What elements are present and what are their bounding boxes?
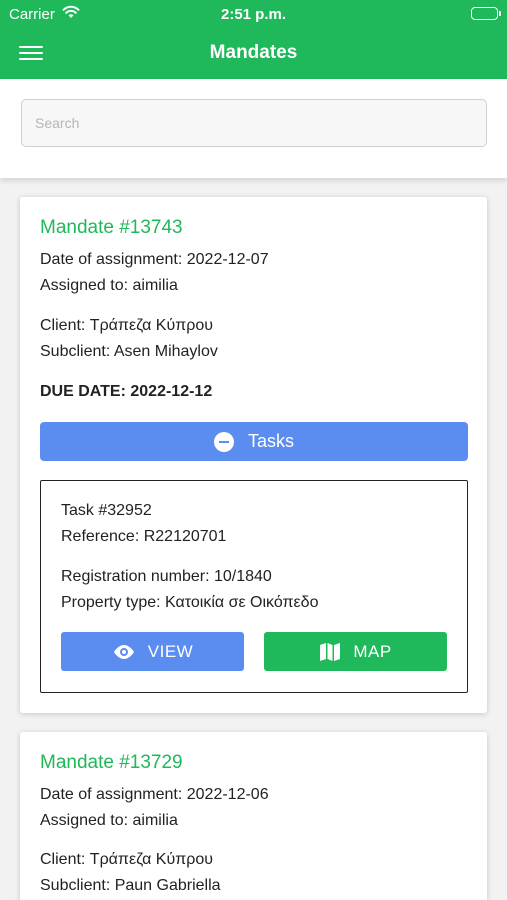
view-button[interactable]: VIEW: [61, 632, 244, 671]
map-icon: [320, 642, 341, 661]
tasks-button-label: Tasks: [247, 431, 294, 451]
map-button[interactable]: MAP: [264, 632, 447, 671]
view-button-label: VIEW: [147, 641, 194, 661]
clock: 2:51 p.m.: [220, 6, 287, 23]
task-reference: Reference: R22120701: [61, 528, 227, 545]
tasks-toggle-button[interactable]: Tasks: [40, 422, 468, 461]
client: Client: Τράπεζα Κύπρου: [40, 317, 213, 334]
minus-circle-icon: [213, 431, 234, 452]
mandate-card: Mandate #13729 Date of assignment: 2022-…: [20, 732, 487, 900]
map-button-label: MAP: [353, 641, 392, 661]
mandate-card: Mandate #13743 Date of assignment: 2022-…: [20, 197, 487, 713]
property-type: Property type: Κατοικία σε Οικόπεδο: [61, 594, 319, 611]
mandate-title[interactable]: Mandate #13743: [40, 217, 183, 239]
mandate-title[interactable]: Mandate #13729: [40, 752, 183, 774]
registration-number: Registration number: 10/1840: [61, 568, 272, 585]
status-bar: Carrier 2:51 p.m.: [0, 0, 507, 30]
assigned-to: Assigned to: aimilia: [40, 277, 178, 294]
due-date: DUE DATE: 2022-12-12: [40, 383, 213, 400]
date-of-assignment: Date of assignment: 2022-12-07: [40, 251, 269, 268]
assigned-to: Assigned to: aimilia: [40, 812, 178, 829]
subclient: Subclient: Paun Gabriella: [40, 877, 221, 894]
eye-icon: [113, 644, 134, 659]
client: Client: Τράπεζα Κύπρου: [40, 851, 213, 868]
battery-icon: [471, 7, 501, 20]
task-title: Task #32952: [61, 502, 152, 519]
search-area: [0, 79, 507, 178]
subclient: Subclient: Asen Mihaylov: [40, 343, 218, 360]
page-title: Mandates: [209, 42, 298, 63]
date-of-assignment: Date of assignment: 2022-12-06: [40, 786, 269, 803]
task-card: Task #32952 Reference: R22120701 Registr…: [40, 480, 468, 693]
search-input[interactable]: [21, 99, 487, 147]
app-bar: Mandates: [0, 30, 507, 79]
